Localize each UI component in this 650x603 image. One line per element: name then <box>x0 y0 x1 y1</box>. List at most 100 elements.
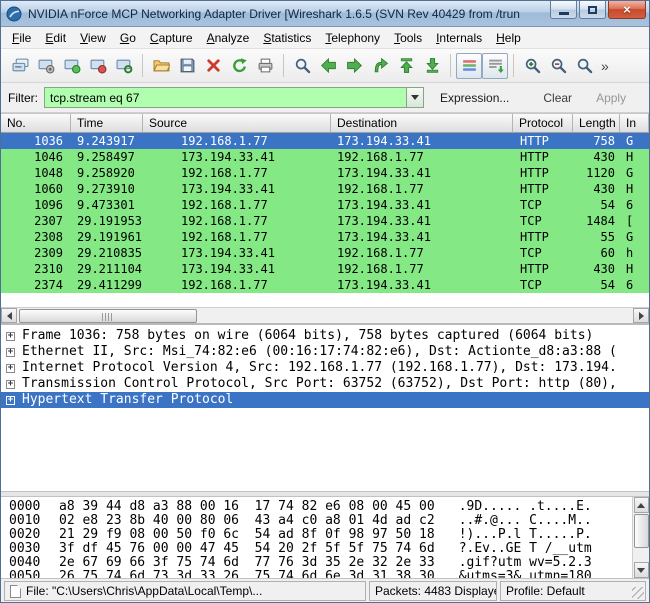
open-file-icon[interactable] <box>148 53 174 79</box>
menu-help[interactable]: Help <box>489 28 528 48</box>
packet-cell-no: 1048 <box>1 165 71 181</box>
resize-grip[interactable] <box>632 587 644 599</box>
packet-cell-length: 430 <box>573 149 620 165</box>
menu-file[interactable]: File <box>5 28 38 48</box>
filter-dropdown-button[interactable] <box>406 87 424 108</box>
packet-cell-length: 54 <box>573 277 620 293</box>
scroll-left-arrow[interactable] <box>1 308 17 323</box>
clear-button[interactable]: Clear <box>537 88 578 108</box>
packet-row[interactable]: 1096 9.473301 192.168.1.77 173.194.33.41… <box>1 197 649 213</box>
capture-options-icon[interactable] <box>33 53 59 79</box>
column-header-length[interactable]: Length <box>573 114 620 133</box>
column-header-info[interactable]: In <box>620 114 649 133</box>
packet-row[interactable]: 2374 29.411299 192.168.1.77 173.194.33.4… <box>1 277 649 293</box>
toolbar-separator <box>283 54 284 77</box>
menu-statistics[interactable]: Statistics <box>256 28 318 48</box>
zoom-100-icon[interactable] <box>571 53 597 79</box>
scroll-down-arrow[interactable] <box>634 562 649 578</box>
column-header-time[interactable]: Time <box>71 114 143 133</box>
hex-row[interactable]: 0020 21 29 f9 08 00 50 f0 6c 54 ad 8f 0f… <box>9 528 629 542</box>
capture-restart-icon[interactable] <box>111 53 137 79</box>
expression-button[interactable]: Expression... <box>434 88 515 108</box>
go-back-icon[interactable] <box>315 53 341 79</box>
wireshark-app-icon[interactable] <box>6 6 22 22</box>
packet-cell-info: H <box>620 149 649 165</box>
save-file-icon[interactable] <box>174 53 200 79</box>
hex-row[interactable]: 0050 26 75 74 6d 73 3d 33 26 75 74 6d 6e… <box>9 570 629 579</box>
column-header-protocol[interactable]: Protocol <box>513 114 573 133</box>
packet-row[interactable]: 1060 9.273910 173.194.33.41 192.168.1.77… <box>1 181 649 197</box>
reload-icon[interactable] <box>226 53 252 79</box>
go-to-packet-icon[interactable] <box>367 53 393 79</box>
detail-row-tcp[interactable]: Transmission Control Protocol, Src Port:… <box>1 376 649 392</box>
maximize-button[interactable] <box>579 1 606 19</box>
hex-row[interactable]: 0040 2e 67 69 66 3f 75 74 6d 77 76 3d 35… <box>9 556 629 570</box>
detail-row-http[interactable]: Hypertext Transfer Protocol <box>1 392 649 408</box>
packet-cell-protocol: HTTP <box>513 229 573 245</box>
menu-tools[interactable]: Tools <box>387 28 429 48</box>
detail-row-ip[interactable]: Internet Protocol Version 4, Src: 192.16… <box>1 360 649 376</box>
hex-row[interactable]: 0000 a8 39 44 d8 a3 88 00 16 17 74 82 e6… <box>9 500 629 514</box>
hex-ascii: .9D..... .t....E. <box>459 500 592 514</box>
packet-row[interactable]: 1036 9.243917 192.168.1.77 173.194.33.41… <box>1 133 649 149</box>
column-header-source[interactable]: Source <box>143 114 331 133</box>
column-header-destination[interactable]: Destination <box>331 114 513 133</box>
menu-go[interactable]: Go <box>113 28 143 48</box>
packet-row[interactable]: 2309 29.210835 173.194.33.41 192.168.1.7… <box>1 245 649 261</box>
menu-view[interactable]: View <box>73 28 113 48</box>
menu-capture[interactable]: Capture <box>143 28 200 48</box>
hex-row[interactable]: 0010 02 e8 23 8b 40 00 80 06 43 a4 c0 a8… <box>9 514 629 528</box>
colorize-packet-list-icon[interactable] <box>456 53 482 79</box>
packet-cell-no: 2310 <box>1 261 71 277</box>
expand-plus-icon[interactable] <box>6 332 15 341</box>
expand-plus-icon[interactable] <box>6 364 15 373</box>
go-to-bottom-icon[interactable] <box>419 53 445 79</box>
capture-stop-icon[interactable] <box>85 53 111 79</box>
print-icon[interactable] <box>252 53 278 79</box>
titlebar[interactable]: NVIDIA nForce MCP Networking Adapter Dri… <box>1 1 649 27</box>
close-button[interactable]: × <box>608 1 646 19</box>
packet-row[interactable]: 2307 29.191953 192.168.1.77 173.194.33.4… <box>1 213 649 229</box>
auto-scroll-icon[interactable] <box>482 53 508 79</box>
minimize-button[interactable] <box>550 1 577 19</box>
packet-cell-length: 1484 <box>573 213 620 229</box>
filter-input[interactable] <box>44 87 406 108</box>
packet-row[interactable]: 1048 9.258920 192.168.1.77 173.194.33.41… <box>1 165 649 181</box>
packet-cell-time: 9.258920 <box>71 165 143 181</box>
hex-vertical-scrollbar[interactable] <box>632 497 649 578</box>
zoom-out-icon[interactable] <box>545 53 571 79</box>
menu-internals[interactable]: Internals <box>429 28 489 48</box>
packet-cell-destination: 192.168.1.77 <box>331 261 513 277</box>
detail-row-frame[interactable]: Frame 1036: 758 bytes on wire (6064 bits… <box>1 328 649 344</box>
menu-analyze[interactable]: Analyze <box>200 28 257 48</box>
apply-button[interactable]: Apply <box>590 88 632 108</box>
expand-plus-icon[interactable] <box>6 380 15 389</box>
go-forward-icon[interactable] <box>341 53 367 79</box>
status-profile-segment[interactable]: Profile: Default <box>500 581 646 601</box>
horizontal-scrollbar[interactable] <box>1 307 649 324</box>
scrollbar-thumb[interactable] <box>634 514 649 548</box>
toolbar-overflow-chevron[interactable]: » <box>601 58 609 74</box>
expand-plus-icon[interactable] <box>6 348 15 357</box>
packet-cell-protocol: TCP <box>513 197 573 213</box>
packet-row[interactable]: 2310 29.211104 173.194.33.41 192.168.1.7… <box>1 261 649 277</box>
scroll-up-arrow[interactable] <box>634 497 649 513</box>
column-header-no[interactable]: No. <box>1 114 71 133</box>
filter-bar: Filter: Expression... Clear Apply <box>1 83 649 113</box>
expand-plus-icon[interactable] <box>6 396 15 405</box>
packet-row[interactable]: 2308 29.191961 192.168.1.77 173.194.33.4… <box>1 229 649 245</box>
menu-telephony[interactable]: Telephony <box>318 28 387 48</box>
scroll-right-arrow[interactable] <box>633 308 649 323</box>
menu-edit[interactable]: Edit <box>38 28 73 48</box>
zoom-in-icon[interactable] <box>519 53 545 79</box>
go-to-top-icon[interactable] <box>393 53 419 79</box>
scrollbar-thumb[interactable] <box>19 309 197 323</box>
find-packet-icon[interactable] <box>289 53 315 79</box>
detail-row-ethernet[interactable]: Ethernet II, Src: Msi_74:82:e6 (00:16:17… <box>1 344 649 360</box>
capture-start-icon[interactable] <box>59 53 85 79</box>
close-file-icon[interactable] <box>200 53 226 79</box>
packet-row[interactable]: 1046 9.258497 173.194.33.41 192.168.1.77… <box>1 149 649 165</box>
list-interfaces-icon[interactable] <box>7 53 33 79</box>
hex-row[interactable]: 0030 3f df 45 76 00 00 47 45 54 20 2f 5f… <box>9 542 629 556</box>
packet-cell-info: G <box>620 229 649 245</box>
